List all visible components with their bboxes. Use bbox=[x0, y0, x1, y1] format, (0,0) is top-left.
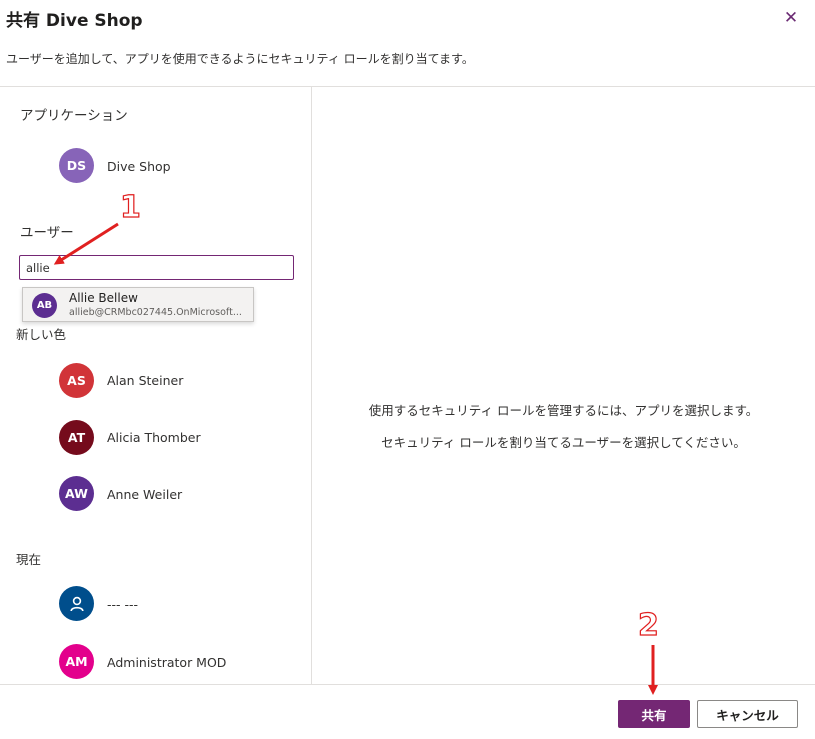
current-section-heading: 現在 bbox=[16, 552, 42, 567]
person-name[interactable]: Administrator MOD bbox=[107, 655, 226, 670]
annotation-label-2: 2 bbox=[637, 607, 659, 643]
person-name[interactable]: --- --- bbox=[107, 597, 138, 612]
app-avatar[interactable]: DS bbox=[59, 148, 94, 183]
avatar[interactable] bbox=[59, 586, 94, 621]
share-button[interactable]: 共有 bbox=[618, 700, 690, 728]
dialog-title: 共有 Dive Shop bbox=[6, 11, 143, 31]
right-panel-message-2: セキュリティ ロールを割り当てるユーザーを選択してください。 bbox=[381, 435, 746, 450]
avatar[interactable]: AW bbox=[59, 476, 94, 511]
avatar[interactable]: AM bbox=[59, 644, 94, 679]
new-section-heading: 新しい色 bbox=[16, 327, 67, 342]
person-name[interactable]: Alicia Thomber bbox=[107, 430, 201, 445]
dialog-subtitle: ユーザーを追加して、アプリを使用できるようにセキュリティ ロールを割り当てます。 bbox=[6, 52, 474, 66]
header-divider bbox=[0, 86, 815, 87]
app-name[interactable]: Dive Shop bbox=[107, 159, 171, 174]
person-icon bbox=[69, 596, 84, 611]
users-heading: ユーザー bbox=[20, 225, 74, 241]
user-suggestion-item[interactable]: AB Allie Bellew allieb@CRMbc027445.OnMic… bbox=[22, 287, 254, 322]
suggestion-email: allieb@CRMbc027445.OnMicrosoft... bbox=[69, 307, 242, 318]
avatar[interactable]: AT bbox=[59, 420, 94, 455]
panel-divider bbox=[311, 87, 312, 684]
application-heading: アプリケーション bbox=[20, 108, 128, 124]
footer-divider bbox=[0, 684, 815, 685]
person-name[interactable]: Alan Steiner bbox=[107, 373, 183, 388]
user-search-input[interactable] bbox=[19, 255, 294, 280]
suggestion-name: Allie Bellew bbox=[69, 291, 138, 305]
avatar[interactable]: AS bbox=[59, 363, 94, 398]
cancel-button[interactable]: キャンセル bbox=[697, 700, 798, 728]
right-panel-message-1: 使用するセキュリティ ロールを管理するには、アプリを選択します。 bbox=[368, 403, 759, 418]
suggestion-avatar: AB bbox=[32, 293, 57, 318]
annotation-label-1: 1 bbox=[119, 189, 141, 225]
person-name[interactable]: Anne Weiler bbox=[107, 487, 182, 502]
close-icon[interactable]: ✕ bbox=[781, 8, 801, 28]
